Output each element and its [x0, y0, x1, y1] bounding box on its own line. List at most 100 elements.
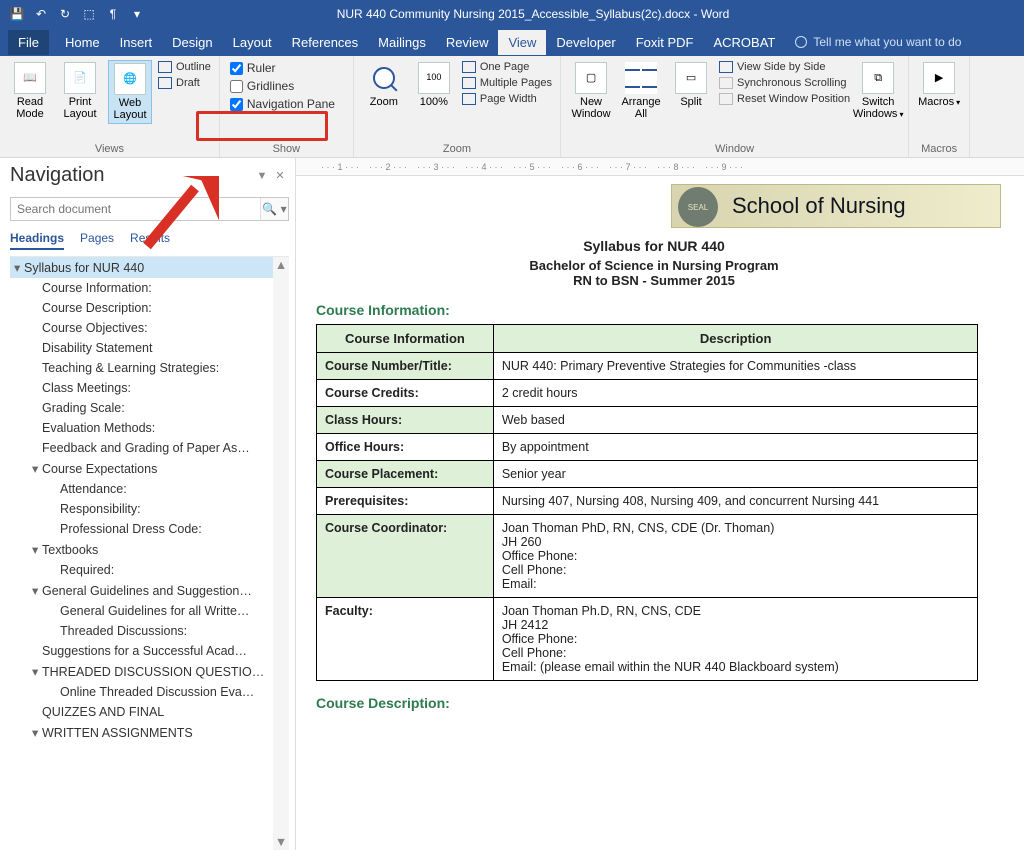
table-row: Course Placement:Senior year	[317, 461, 978, 488]
nav-heading[interactable]: Class Meetings:	[10, 378, 289, 398]
nav-heading[interactable]: Course Description:	[10, 298, 289, 318]
multiple-pages-button[interactable]: Multiple Pages	[462, 76, 552, 90]
navtab-results[interactable]: Results	[130, 231, 170, 250]
navpane-close-icon[interactable]: ✕	[271, 169, 289, 182]
tab-acrobat[interactable]: ACROBAT	[703, 30, 785, 55]
new-window-icon: ▢	[575, 62, 607, 94]
navtab-headings[interactable]: Headings	[10, 231, 64, 250]
nav-heading[interactable]: Course Information:	[10, 278, 289, 298]
tab-review[interactable]: Review	[436, 30, 499, 55]
tab-insert[interactable]: Insert	[110, 30, 163, 55]
switch-windows-button[interactable]: ⧉Switch Windows▾	[856, 60, 900, 122]
table-row: Faculty:Joan Thoman Ph.D, RN, CNS, CDEJH…	[317, 598, 978, 681]
read-mode-icon: 📖	[14, 62, 46, 94]
navpane-options-icon[interactable]: ▼	[253, 170, 271, 182]
table-cell-label: Course Number/Title:	[317, 353, 494, 380]
nav-heading[interactable]: ▾THREADED DISCUSSION QUESTIO…	[10, 661, 289, 682]
table-cell-label: Course Credits:	[317, 380, 494, 407]
page-width-button[interactable]: Page Width	[462, 92, 552, 106]
read-mode-button[interactable]: 📖Read Mode	[8, 60, 52, 122]
ribbon-group-show: Ruler Gridlines Navigation Pane Show	[220, 56, 354, 157]
nav-heading[interactable]: Threaded Discussions:	[10, 621, 289, 641]
nav-heading[interactable]: Disability Statement	[10, 338, 289, 358]
table-cell-label: Course Placement:	[317, 461, 494, 488]
navpane-tree: ▾Syllabus for NUR 440Course Information:…	[10, 256, 289, 850]
nav-heading[interactable]: ▾Course Expectations	[10, 458, 289, 479]
banner-school-of-nursing: SEAL School of Nursing	[671, 184, 1001, 228]
nav-heading[interactable]: Grading Scale:	[10, 398, 289, 418]
multiple-pages-icon	[462, 77, 476, 89]
nav-heading[interactable]: ▾Textbooks	[10, 539, 289, 560]
table-cell-value: Joan Thoman PhD, RN, CNS, CDE (Dr. Thoma…	[493, 515, 978, 598]
zoom-100-button[interactable]: 100100%	[412, 60, 456, 110]
page-width-icon	[462, 93, 476, 105]
nav-heading[interactable]: ▾General Guidelines and Suggestion…	[10, 580, 289, 601]
draft-button[interactable]: Draft	[158, 76, 211, 90]
touch-mode-icon[interactable]: ⬚	[78, 3, 100, 25]
navpane-scrollbar[interactable]: ▲▼	[273, 257, 289, 850]
gridlines-checkbox[interactable]: Gridlines	[228, 78, 337, 94]
search-input[interactable]	[11, 198, 260, 220]
outline-button[interactable]: Outline	[158, 60, 211, 74]
new-window-button[interactable]: ▢New Window	[569, 60, 613, 122]
doc-title: Syllabus for NUR 440	[316, 238, 992, 254]
nav-heading[interactable]: ▾Syllabus for NUR 440	[10, 257, 289, 278]
tab-view[interactable]: View	[498, 30, 546, 55]
nav-heading[interactable]: General Guidelines for all Writte…	[10, 601, 289, 621]
horizontal-ruler[interactable]: · · · 1 · · ·· · · 2 · · ·· · · 3 · · ··…	[296, 158, 1024, 176]
split-button[interactable]: ▭Split	[669, 60, 713, 110]
tab-layout[interactable]: Layout	[223, 30, 282, 55]
nav-heading[interactable]: Suggestions for a Successful Acad…	[10, 641, 289, 661]
section-course-description: Course Description:	[316, 695, 992, 711]
navigation-pane-checkbox[interactable]: Navigation Pane	[228, 96, 337, 112]
nav-heading[interactable]: Evaluation Methods:	[10, 418, 289, 438]
tab-design[interactable]: Design	[162, 30, 222, 55]
school-seal-icon: SEAL	[678, 187, 718, 227]
tab-foxit[interactable]: Foxit PDF	[626, 30, 704, 55]
search-icon[interactable]: 🔍 ▾	[260, 198, 288, 220]
one-page-button[interactable]: One Page	[462, 60, 552, 74]
table-cell-value: Joan Thoman Ph.D, RN, CNS, CDEJH 2412Off…	[493, 598, 978, 681]
macros-icon: ▶	[923, 62, 955, 94]
tab-developer[interactable]: Developer	[546, 30, 625, 55]
nav-heading[interactable]: QUIZZES AND FINAL	[10, 702, 289, 722]
group-label-show: Show	[228, 141, 345, 155]
zoom-button[interactable]: Zoom	[362, 60, 406, 110]
print-layout-button[interactable]: 📄Print Layout	[58, 60, 102, 122]
nav-heading[interactable]: Responsibility:	[10, 499, 289, 519]
nav-heading[interactable]: Attendance:	[10, 479, 289, 499]
table-row: Course Number/Title:NUR 440: Primary Pre…	[317, 353, 978, 380]
nav-heading[interactable]: Required:	[10, 560, 289, 580]
tab-file[interactable]: File	[8, 30, 49, 55]
tab-references[interactable]: References	[282, 30, 368, 55]
document-page[interactable]: SEAL School of Nursing Syllabus for NUR …	[296, 176, 1024, 729]
nav-heading[interactable]: Professional Dress Code:	[10, 519, 289, 539]
zoom-100-icon: 100	[418, 62, 450, 94]
tab-home[interactable]: Home	[55, 30, 110, 55]
tab-mailings[interactable]: Mailings	[368, 30, 436, 55]
nav-heading[interactable]: Online Threaded Discussion Eva…	[10, 682, 289, 702]
ribbon-group-window: ▢New Window Arrange All ▭Split View Side…	[561, 56, 909, 157]
nav-heading[interactable]: ▾WRITTEN ASSIGNMENTS	[10, 722, 289, 743]
ruler-checkbox[interactable]: Ruler	[228, 60, 337, 76]
undo-icon[interactable]: ↶	[30, 3, 52, 25]
redo-icon[interactable]: ↻	[54, 3, 76, 25]
view-side-by-side-button[interactable]: View Side by Side	[719, 60, 850, 74]
ribbon: 📖Read Mode 📄Print Layout 🌐Web Layout Out…	[0, 56, 1024, 158]
web-layout-button[interactable]: 🌐Web Layout	[108, 60, 152, 124]
nav-heading[interactable]: Course Objectives:	[10, 318, 289, 338]
split-icon: ▭	[675, 62, 707, 94]
sync-scroll-icon	[719, 77, 733, 89]
paragraph-icon[interactable]: ¶	[102, 3, 124, 25]
navtab-pages[interactable]: Pages	[80, 231, 114, 250]
macros-button[interactable]: ▶Macros▾	[917, 60, 961, 110]
nav-heading[interactable]: Teaching & Learning Strategies:	[10, 358, 289, 378]
nav-heading[interactable]: Feedback and Grading of Paper As…	[10, 438, 289, 458]
save-icon[interactable]: 💾	[6, 3, 28, 25]
qat-customize-icon[interactable]: ▾	[126, 3, 148, 25]
arrange-all-button[interactable]: Arrange All	[619, 60, 663, 122]
table-cell-value: By appointment	[493, 434, 978, 461]
th-course-information: Course Information	[317, 325, 494, 353]
tell-me-search[interactable]: Tell me what you want to do	[795, 35, 961, 49]
navpane-search[interactable]: 🔍 ▾	[10, 197, 289, 221]
